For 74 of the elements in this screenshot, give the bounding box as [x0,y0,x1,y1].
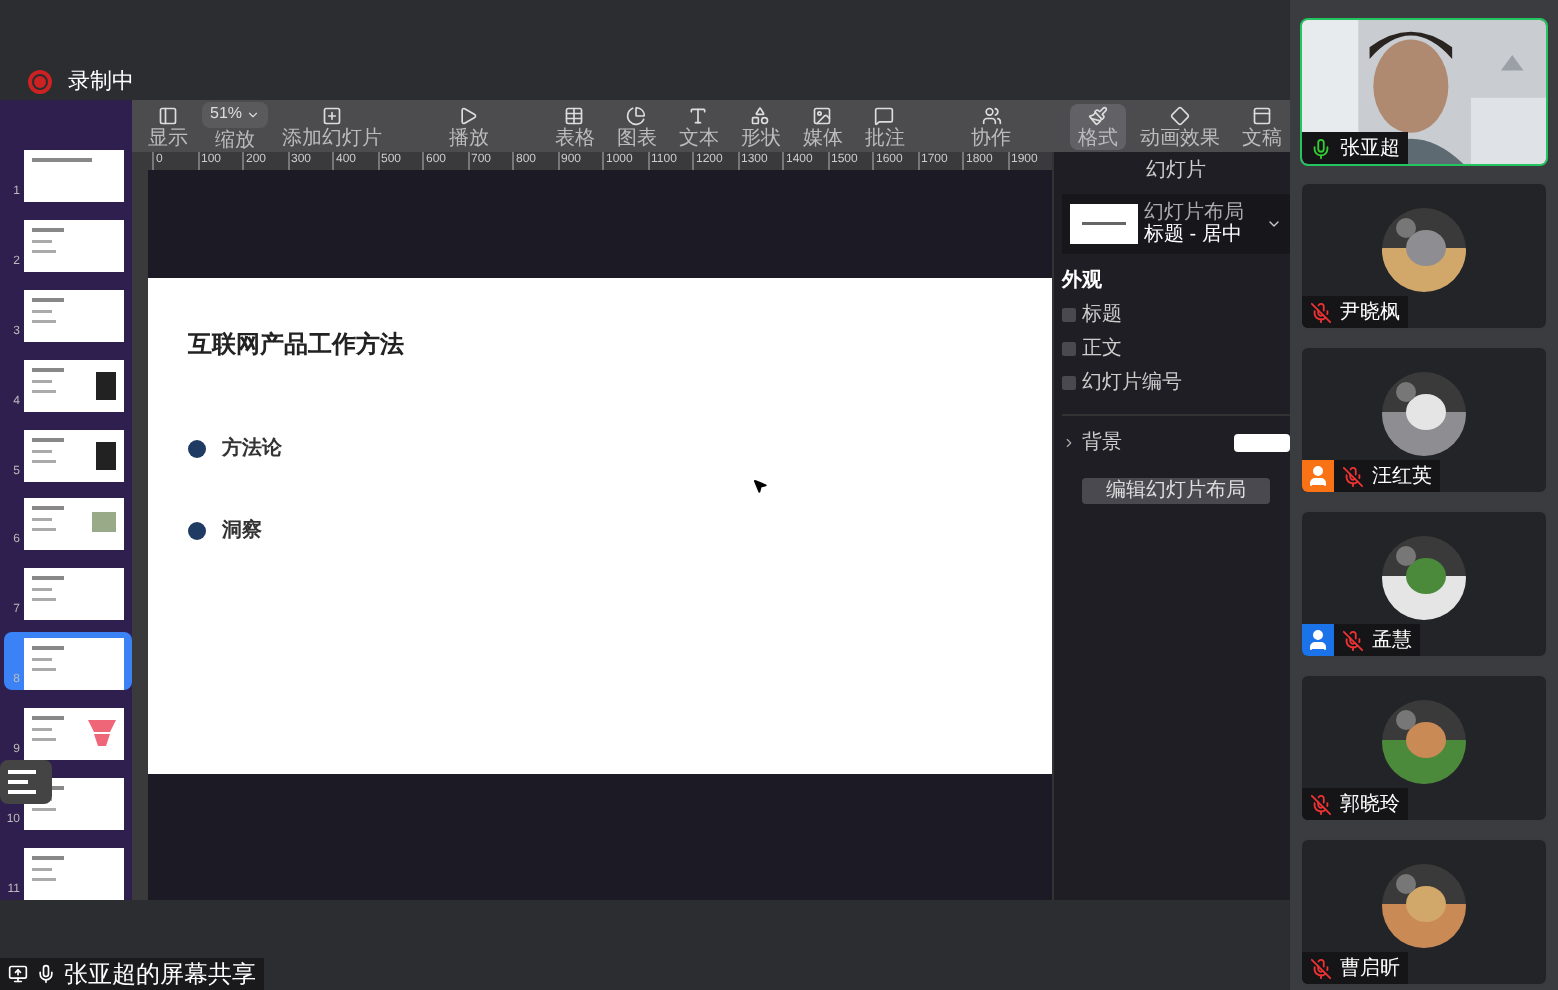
checkbox-label: 幻灯片编号 [1082,369,1182,398]
toolbar-button[interactable]: 协作 [963,103,1020,149]
image-icon [812,105,833,125]
checkbox-label: 正文 [1082,335,1122,364]
brush-icon [1087,105,1108,125]
zoom-label: 缩放 [215,129,255,151]
floating-control[interactable] [0,760,52,804]
participant-name: 张亚超 [1340,135,1400,163]
diamond-icon [1169,105,1190,125]
recording-icon [28,70,52,94]
toolbar-button[interactable]: 媒体 [794,103,851,149]
layout-label: 幻灯片布局 [1144,202,1246,224]
toolbar-button[interactable]: 播放 [440,103,497,149]
bullet-text: 方法论 [222,434,282,464]
slide-thumbnail [24,289,124,342]
participant-name: 尹晓枫 [1340,299,1400,327]
toolbar-button[interactable]: 形状 [732,103,789,149]
slide-thumbnail [24,568,124,621]
text-icon [688,105,709,125]
zoom-dropdown[interactable]: 51% [202,101,269,127]
checkbox[interactable] [1062,342,1076,356]
slide-thumbnail [24,149,124,202]
recording-label: 录制中 [68,67,134,97]
play-icon [458,105,479,125]
participant-name: 汪红英 [1372,463,1432,491]
layout-card[interactable]: 幻灯片布局 标题 - 居中 [1062,194,1290,254]
people-icon [981,105,1002,125]
chart-icon [626,105,647,125]
toolbar-button[interactable]: 文稿 [1233,103,1290,149]
bullet-icon [188,522,206,540]
slide-title: 互联网产品工作方法 [188,328,406,362]
shapes-icon [750,105,771,125]
slide-thumbnail [24,638,124,691]
edit-layout-button[interactable]: 编辑幻灯片布局 [1082,478,1270,504]
mic-icon [36,964,56,984]
add-icon [322,105,343,125]
slide-thumbnail [24,708,124,761]
participant-name: 孟慧 [1372,627,1412,655]
inspector-tab[interactable]: 幻灯片 [1062,152,1290,190]
slide-thumbnail [24,429,124,482]
screen-share-icon [8,964,28,984]
toolbar-button[interactable]: 文本 [670,103,727,149]
slide-thumbnail [24,359,124,412]
toolbar-button[interactable]: 添加幻灯片 [274,103,391,149]
share-text: 张亚超的屏幕共享 [64,960,256,988]
toolbar-button[interactable]: 动画效果 [1131,103,1228,149]
toolbar-button[interactable]: 表格 [546,103,603,149]
disclosure-icon[interactable] [1062,436,1076,450]
checkbox[interactable] [1062,376,1076,390]
document-icon [1251,105,1272,125]
checkbox-label: 标题 [1082,301,1122,330]
comment-icon [874,105,895,125]
bullet-text: 洞察 [222,517,262,546]
chevron-icon [246,107,261,121]
layout-value: 标题 - 居中 [1144,224,1244,246]
slide-thumbnail [24,498,124,551]
toolbar-button[interactable]: 格式 [1069,103,1126,149]
toolbar-button[interactable]: 图表 [608,103,665,149]
cursor-icon [752,478,768,494]
sidebar-icon [158,105,178,125]
slide-thumbnail [24,847,124,900]
background-label: 背景 [1082,429,1124,458]
section-heading: 外观 [1062,267,1104,296]
toolbar-button[interactable]: 批注 [856,103,913,149]
bullet-icon [188,440,206,458]
participant-name: 曹启昕 [1340,955,1400,983]
layout-thumbnail [1070,204,1138,244]
table-icon [564,105,585,125]
toolbar-button[interactable]: 显示 [140,103,196,149]
participant-name: 郭晓玲 [1340,791,1400,819]
chevron-icon [1266,216,1282,232]
slide-thumbnail [24,219,124,272]
color-swatch[interactable] [1234,434,1290,452]
checkbox[interactable] [1062,308,1076,322]
